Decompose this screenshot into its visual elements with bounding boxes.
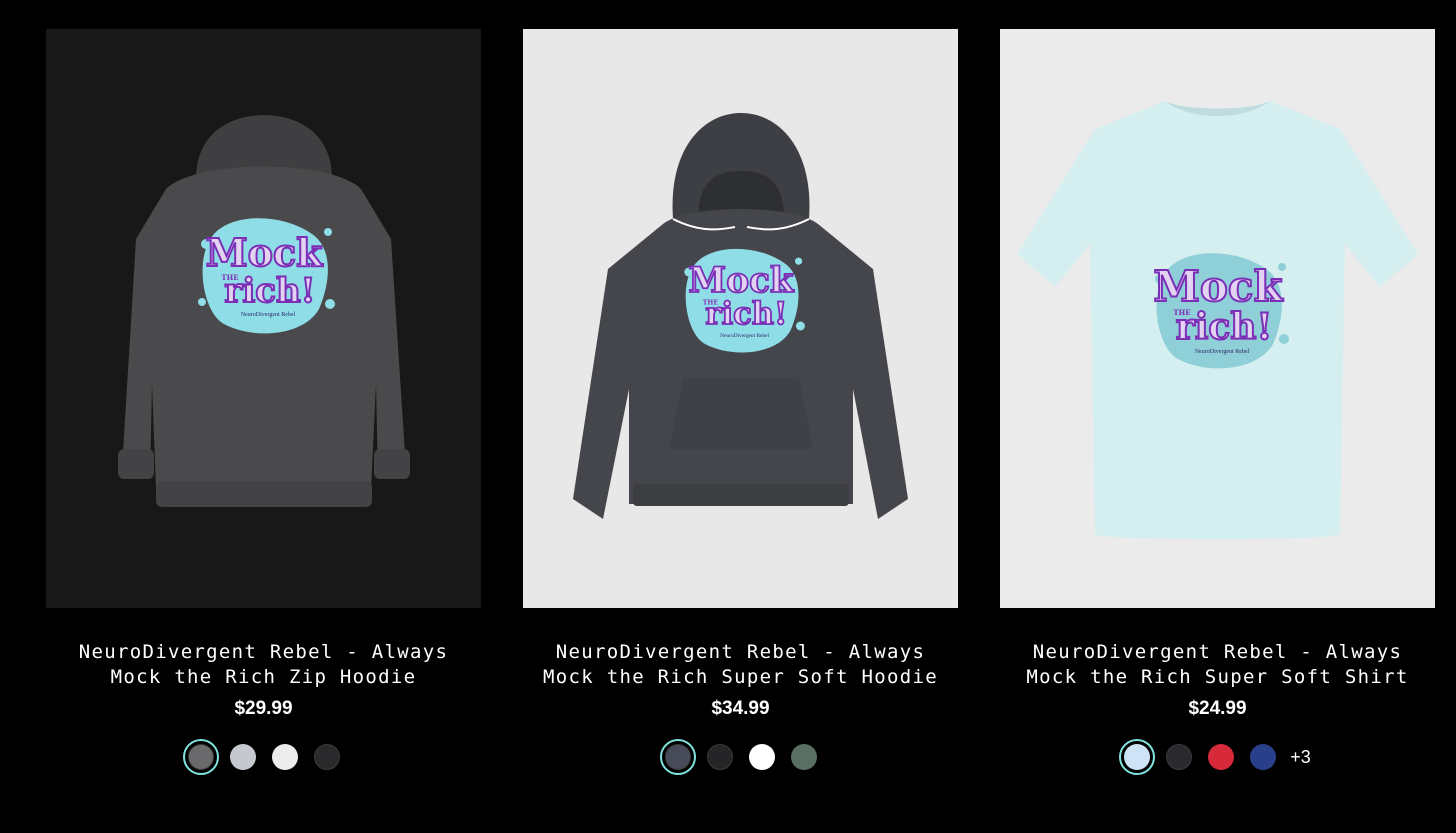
color-swatch-black[interactable] bbox=[1166, 744, 1193, 770]
product-card-super-soft-hoodie[interactable]: Mock THE rich! NeuroDivergent Rebel Neur… bbox=[523, 29, 958, 829]
product-card-super-soft-shirt[interactable]: Mock THE rich! NeuroDivergent Rebel Neur… bbox=[1000, 29, 1435, 829]
color-swatch-charcoal[interactable] bbox=[182, 739, 219, 775]
color-swatches: +3 bbox=[1000, 739, 1435, 775]
design-text-mock: Mock bbox=[206, 230, 324, 275]
product-image-zip-hoodie[interactable]: Mock THE rich! NeuroDivergent Rebel bbox=[46, 29, 481, 608]
product-price: $29.99 bbox=[234, 698, 293, 719]
design-text-mock: Mock bbox=[1153, 262, 1283, 311]
product-title[interactable]: NeuroDivergent Rebel - Always Mock the R… bbox=[1000, 640, 1435, 690]
design-text-rich: rich! bbox=[224, 271, 315, 311]
product-grid: Mock THE rich! NeuroDivergent Rebel Neur… bbox=[0, 0, 1456, 833]
design-text-rich: rich! bbox=[1176, 306, 1273, 348]
product-price: $24.99 bbox=[1188, 698, 1247, 719]
color-swatch-navy-heather[interactable] bbox=[659, 739, 696, 775]
color-swatch-white[interactable] bbox=[748, 744, 775, 770]
product-image-super-soft-shirt[interactable]: Mock THE rich! NeuroDivergent Rebel bbox=[1000, 29, 1435, 608]
color-swatch-black[interactable] bbox=[313, 744, 340, 770]
more-colors-count[interactable]: +3 bbox=[1290, 747, 1311, 768]
color-swatch-light-gray[interactable] bbox=[229, 744, 256, 770]
color-swatch-white[interactable] bbox=[271, 744, 298, 770]
design-credit: NeuroDivergent Rebel bbox=[241, 312, 296, 318]
color-swatches bbox=[46, 739, 481, 775]
color-swatch-navy[interactable] bbox=[1250, 744, 1277, 770]
color-swatch-black[interactable] bbox=[706, 744, 733, 770]
design-credit: NeuroDivergent Rebel bbox=[1195, 349, 1250, 355]
design-text-rich: rich! bbox=[705, 296, 787, 332]
product-image-super-soft-hoodie[interactable]: Mock THE rich! NeuroDivergent Rebel bbox=[523, 29, 958, 608]
design-credit: NeuroDivergent Rebel bbox=[720, 333, 769, 339]
product-title[interactable]: NeuroDivergent Rebel - Always Mock the R… bbox=[523, 640, 958, 690]
product-card-zip-hoodie[interactable]: Mock THE rich! NeuroDivergent Rebel Neur… bbox=[46, 29, 481, 829]
product-title[interactable]: NeuroDivergent Rebel - Always Mock the R… bbox=[46, 640, 481, 690]
color-swatch-red[interactable] bbox=[1208, 744, 1235, 770]
product-price: $34.99 bbox=[711, 698, 770, 719]
color-swatches bbox=[523, 739, 958, 775]
color-swatch-green[interactable] bbox=[790, 744, 817, 770]
color-swatch-light-blue[interactable] bbox=[1119, 739, 1156, 775]
design-text-mock: Mock bbox=[688, 261, 794, 301]
